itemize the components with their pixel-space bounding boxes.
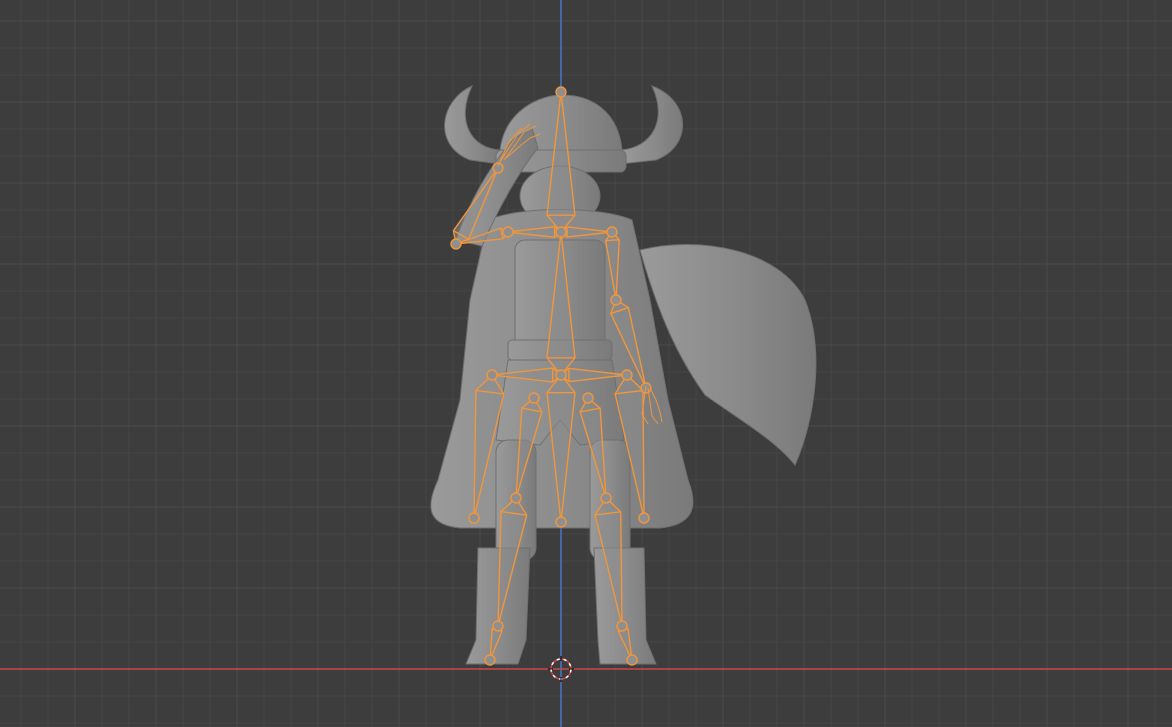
bone-joint [468, 512, 480, 524]
bone-joint [555, 369, 567, 381]
bone-joint [616, 620, 628, 632]
bone-joint [600, 492, 612, 504]
bone-joint [528, 392, 540, 404]
bone-joint [510, 492, 522, 504]
right-horn-mesh [619, 85, 683, 165]
bone-joint [484, 654, 496, 666]
bone-joint [492, 620, 504, 632]
bone-joint [555, 86, 567, 98]
bone-joint [638, 512, 650, 524]
bone-joint [450, 238, 462, 250]
bone-joint [486, 369, 498, 381]
bone-joint [555, 516, 567, 528]
bone-joint [582, 392, 594, 404]
bone-joint [502, 226, 514, 238]
bone-joint [492, 162, 504, 174]
bone-joint [606, 226, 618, 238]
bone-joint [626, 654, 638, 666]
bone-joint [621, 369, 633, 381]
bone-joint [610, 294, 622, 306]
3d-viewport[interactable] [0, 0, 1172, 727]
bone-joint [555, 226, 567, 238]
viewport-canvas[interactable] [0, 0, 1172, 727]
